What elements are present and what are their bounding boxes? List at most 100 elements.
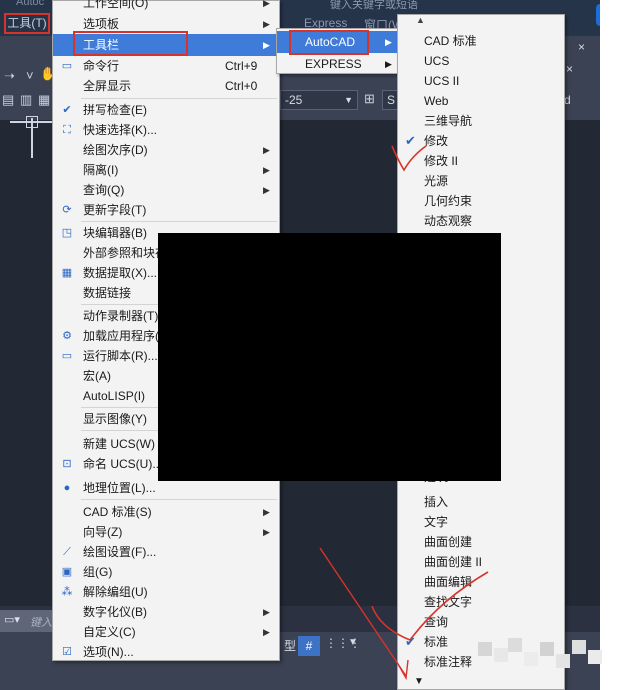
shortcut-label: Ctrl+9 <box>225 59 258 73</box>
block-editor-icon: ◳ <box>61 227 73 239</box>
menu-item-label: 向导(Z) <box>83 525 123 539</box>
menu-item-workspace[interactable]: 工作空间(O) ▶ <box>53 0 279 13</box>
toolbar-item-modify-ii[interactable]: 修改 II <box>400 151 564 171</box>
menu-item-ungroup[interactable]: ⁂ 解除编组(U) <box>53 582 279 602</box>
toolbar-item-label: 动态观察 <box>424 214 473 228</box>
toolbar-item-label: UCS <box>424 54 450 68</box>
menu-item-label: 全屏显示 <box>83 79 132 93</box>
menu-item-draw-order[interactable]: 绘图次序(D) ▶ <box>53 140 279 160</box>
toolbar-item-label: 三维导航 <box>424 114 473 128</box>
menu-item-cad-standards[interactable]: CAD 标准(S) ▶ <box>53 502 279 522</box>
toolbar-item-orbit[interactable]: 动态观察 <box>400 211 564 231</box>
submenu-arrow-icon: ▶ <box>385 37 392 47</box>
toolbar-item-geometric-constraint[interactable]: 几何约束 <box>400 191 564 211</box>
menu-item-label: 工作空间(O) <box>83 0 149 10</box>
scroll-up-icon[interactable]: ▲ <box>416 15 425 25</box>
menu-item-inquiry[interactable]: 查询(Q) ▶ <box>53 180 279 200</box>
menu-item-label: 数据链接 <box>83 286 132 300</box>
toolbar-item-text[interactable]: 文字 <box>400 512 564 532</box>
crosshair-pickbox <box>26 116 38 128</box>
redaction-block <box>158 233 501 481</box>
toolbar-item-label: 修改 II <box>424 154 459 168</box>
toolbar-item-lights[interactable]: 光源 <box>400 171 564 191</box>
dropdown-icon[interactable]: ˅ <box>26 68 34 83</box>
grid-toggle[interactable]: # <box>298 636 320 656</box>
dimension-style-value: -25 <box>285 93 303 107</box>
toolbar-item-web[interactable]: Web <box>400 91 564 111</box>
submenu-arrow-icon: ▶ <box>263 0 270 8</box>
toolbar-item-insert[interactable]: 插入 <box>400 492 564 512</box>
toolbar-item-modify[interactable]: ✔ 修改 <box>400 131 564 151</box>
submenu-arrow-icon: ▶ <box>263 607 270 617</box>
close-drawing-icon[interactable]: × <box>566 62 573 76</box>
submenu-arrow-icon: ▶ <box>263 19 270 29</box>
toolbar-item-label: 标准注释 <box>424 655 473 669</box>
toolbar-item-find-text[interactable]: 查找文字 <box>400 592 564 612</box>
submenu-arrow-icon: ▶ <box>263 527 270 537</box>
toolbar-item-label: 曲面创建 II <box>424 555 483 569</box>
toolbar-item-3d-navigation[interactable]: 三维导航 <box>400 111 564 131</box>
submenu-arrow-icon: ▶ <box>263 40 270 50</box>
menu-item-fullscreen[interactable]: 全屏显示 Ctrl+0 <box>53 76 279 96</box>
a360-cloud-icon[interactable]: ∞ <box>596 4 600 26</box>
toolbar-item-inquiry[interactable]: 查询 <box>400 612 564 632</box>
submenu-arrow-icon: ▶ <box>263 165 270 175</box>
layer-icon[interactable]: ▤ <box>2 92 14 108</box>
chevron-down-icon[interactable]: ▼ <box>348 637 358 648</box>
toolbar-item-ucs[interactable]: UCS <box>400 51 564 71</box>
toolbar-item-label: 几何约束 <box>424 194 473 208</box>
menu-item-label: 块编辑器(B) <box>83 226 147 240</box>
toolbar-item-surface-creation-ii[interactable]: 曲面创建 II <box>400 552 564 572</box>
menu-item-geographic-location[interactable]: ● 地理位置(L)... <box>53 478 279 498</box>
toolbar-item-label: CAD 标准 <box>424 34 477 48</box>
menu-item-label: 查询(Q) <box>83 183 125 197</box>
menu-item-wizards[interactable]: 向导(Z) ▶ <box>53 522 279 542</box>
command-line-icon[interactable]: ▭▾ <box>4 613 20 626</box>
mosaic-patch <box>478 638 610 674</box>
update-fields-icon: ⟳ <box>62 204 72 216</box>
menu-item-label: 绘图次序(D) <box>83 143 148 157</box>
menu-item-isolate[interactable]: 隔离(I) ▶ <box>53 160 279 180</box>
menu-item-customize[interactable]: 自定义(C) ▶ <box>53 622 279 642</box>
menu-item-quick-select[interactable]: ⛶ 快速选择(K)... <box>53 120 279 140</box>
toolbar-item-label: 查找文字 <box>424 595 473 609</box>
annotation-highlight-box <box>73 31 188 56</box>
toolbar-item-surface-editing[interactable]: 曲面编辑 <box>400 572 564 592</box>
chevron-down-icon: ▼ <box>344 95 353 105</box>
command-line[interactable]: ▭▾ 键入 <box>0 610 60 632</box>
layer-previous-icon[interactable]: ▦ <box>38 92 50 108</box>
menu-item-label: 绘图设置(F)... <box>83 545 157 559</box>
data-extraction-icon: ▦ <box>61 267 73 279</box>
menu-item-label: 快速选择(K)... <box>83 123 157 137</box>
search-box[interactable]: 键入关键字或短语 <box>330 0 418 12</box>
scroll-down-icon[interactable]: ▼ <box>414 676 424 687</box>
menu-item-update-fields[interactable]: ⟳ 更新字段(T) <box>53 200 279 220</box>
close-icon[interactable]: × <box>578 40 585 54</box>
menu-item-label: 动作录制器(T) <box>83 309 159 323</box>
menu-item-label: 拼写检查(E) <box>83 103 147 117</box>
submenu-item-express[interactable]: EXPRESS ▶ <box>277 54 397 74</box>
menu-item-tablet[interactable]: 数字化仪(B) ▶ <box>53 602 279 622</box>
menu-divider <box>81 499 277 500</box>
toolbar-item-label: Web <box>424 94 449 108</box>
menu-item-drafting-settings[interactable]: ⟋ 绘图设置(F)... <box>53 542 279 562</box>
menu-item-spell-check[interactable]: ✔ 拼写检查(E) <box>53 100 279 120</box>
model-space-label[interactable]: 型 <box>284 637 296 654</box>
menu-item-command-line[interactable]: ▭ 命令行 Ctrl+9 <box>53 56 279 76</box>
toolbar-item-surface-creation[interactable]: 曲面创建 <box>400 532 564 552</box>
menu-item-group[interactable]: ▣ 组(G) <box>53 562 279 582</box>
toolbar-item-ucs-ii[interactable]: UCS II <box>400 71 564 91</box>
dimension-style-dropdown[interactable]: -25 ▼ <box>280 90 358 110</box>
menu-item-label: 隔离(I) <box>83 163 119 177</box>
toolbar-item-cad-standards[interactable]: CAD 标准 <box>400 31 564 51</box>
menu-item-label: 宏(A) <box>83 369 111 383</box>
menu-item-label: 选项(N)... <box>83 645 134 659</box>
arrow-icon[interactable]: ➝ <box>4 68 15 84</box>
layer-state-icon[interactable]: ▥ <box>20 92 32 108</box>
menu-item-options[interactable]: ☑ 选项(N)... <box>53 642 279 662</box>
command-input[interactable]: 键入 <box>30 614 52 630</box>
menu-item-label: AutoLISP(I) <box>83 389 146 403</box>
table-style-icon[interactable]: ⊞ <box>364 91 375 107</box>
menu-tools[interactable]: 工具(T) <box>4 13 50 34</box>
menu-item-label: 数字化仪(B) <box>83 605 147 619</box>
